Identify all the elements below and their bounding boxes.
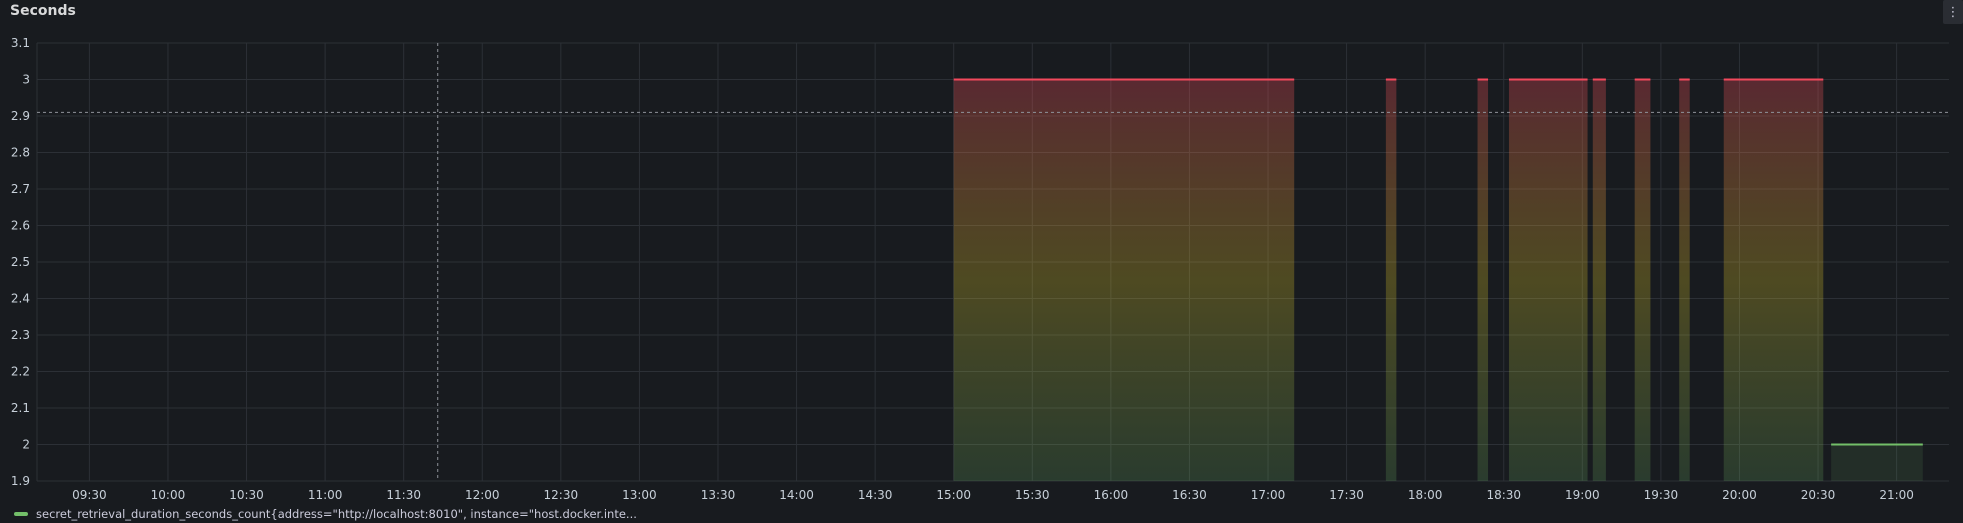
y-tick-label: 3.1 (11, 36, 30, 50)
series-area-segment (1477, 79, 1489, 481)
series-area-segment (1385, 79, 1397, 481)
x-tick-label: 16:00 (1094, 488, 1129, 502)
x-tick-label: 20:30 (1801, 488, 1836, 502)
x-tick-label: 15:00 (936, 488, 971, 502)
series-area-segment (1679, 79, 1690, 481)
series-area-segment (1508, 79, 1588, 481)
y-tick-label: 2.5 (11, 255, 30, 269)
x-tick-label: 21:00 (1879, 488, 1914, 502)
x-tick-label: 19:30 (1644, 488, 1679, 502)
y-tick-label: 2.8 (11, 146, 30, 160)
y-tick-label: 1.9 (11, 474, 30, 488)
x-tick-label: 17:30 (1329, 488, 1364, 502)
x-tick-label: 10:00 (151, 488, 186, 502)
x-tick-label: 11:30 (386, 488, 421, 502)
series-area-segment (953, 79, 1295, 481)
x-tick-label: 13:00 (622, 488, 657, 502)
y-tick-label: 2 (22, 438, 30, 452)
time-series-chart[interactable]: 3.1 3 2.9 2.8 2.7 2.6 2.5 2.4 2.3 2.2 2.1 2 1.9 09:30… (0, 0, 1963, 505)
panel: Seconds ⋮ 3.1 3 2.9 2.8 2.7 2.6 2.5 2.4 2.3 2.2 2.… (0, 0, 1963, 523)
x-tick-label: 16:30 (1172, 488, 1207, 502)
y-tick-label: 2.3 (11, 328, 30, 342)
legend-label: secret_retrieval_duration_seconds_count{… (36, 507, 637, 521)
y-tick-label: 3 (22, 73, 30, 87)
series-area-segment (1592, 79, 1606, 481)
x-tick-label: 20:00 (1722, 488, 1757, 502)
x-tick-label: 11:00 (308, 488, 343, 502)
legend-item[interactable]: secret_retrieval_duration_seconds_count{… (14, 506, 637, 522)
series-area-segment (1723, 79, 1824, 481)
x-tick-label: 14:00 (779, 488, 814, 502)
legend-swatch (14, 512, 28, 516)
x-tick-label: 10:30 (229, 488, 264, 502)
x-tick-label: 15:30 (1015, 488, 1050, 502)
x-tick-label: 19:00 (1565, 488, 1600, 502)
series-area-segment (1634, 79, 1651, 481)
x-tick-label: 09:30 (72, 488, 107, 502)
y-tick-label: 2.9 (11, 109, 30, 123)
x-tick-label: 17:00 (1251, 488, 1286, 502)
y-tick-label: 2.4 (11, 292, 30, 306)
y-tick-label: 2.7 (11, 182, 30, 196)
y-tick-label: 2.6 (11, 219, 30, 233)
x-tick-label: 12:00 (465, 488, 500, 502)
x-tick-label: 18:00 (1408, 488, 1443, 502)
x-tick-label: 13:30 (701, 488, 736, 502)
x-tick-label: 12:30 (544, 488, 579, 502)
x-tick-label: 14:30 (858, 488, 893, 502)
x-tick-label: 18:30 (1486, 488, 1521, 502)
y-tick-label: 2.1 (11, 401, 30, 415)
series-area-segment (1831, 444, 1923, 481)
y-tick-label: 2.2 (11, 365, 30, 379)
